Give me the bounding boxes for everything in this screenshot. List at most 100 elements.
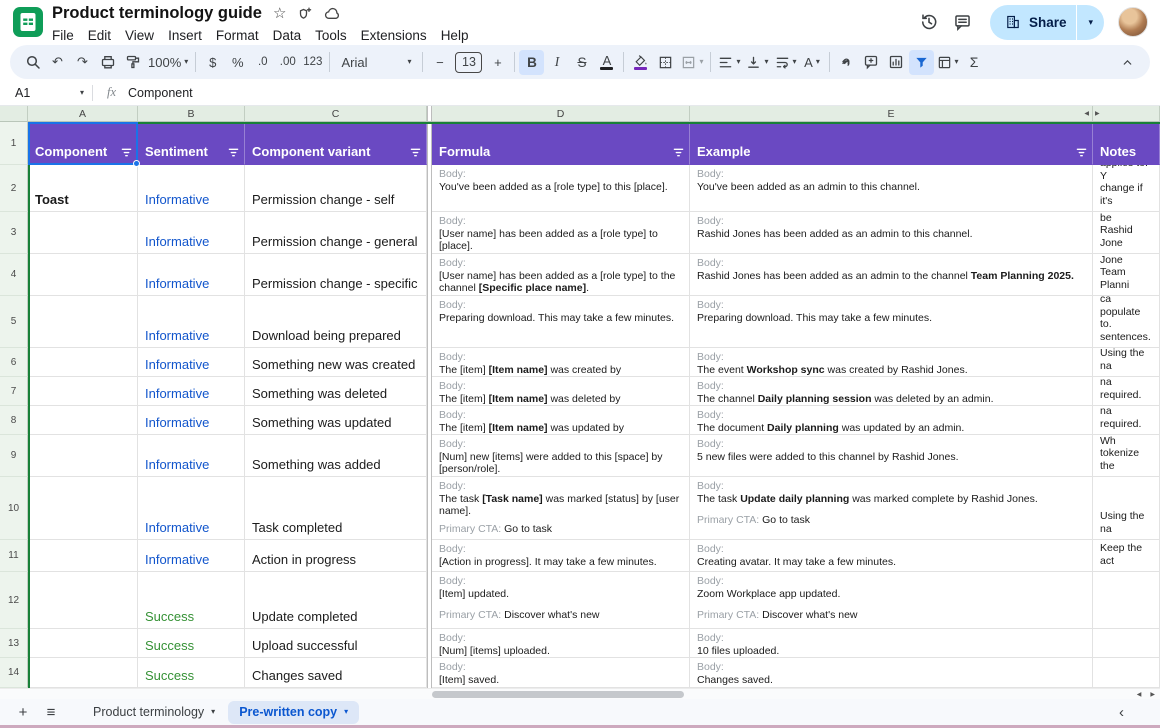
column-header-E[interactable]: E◀ — [690, 106, 1093, 122]
vertical-align-button[interactable]: ▾ — [743, 50, 771, 75]
cell-d14[interactable]: Body:[Item] saved. — [432, 658, 690, 688]
cell-b4[interactable]: Informative — [138, 254, 245, 296]
cell-d6[interactable]: Body:The [item] [Item name] was created … — [432, 348, 690, 377]
cell-b3[interactable]: Informative — [138, 212, 245, 254]
cell-e14[interactable]: Body:Changes saved. — [690, 658, 1093, 688]
cell-e10[interactable]: Body:The task Update daily planning was … — [690, 477, 1093, 540]
cell-d2[interactable]: Body:You've been added as a [role type] … — [432, 165, 690, 212]
row-header-2[interactable]: 2 — [0, 165, 28, 212]
cell-b10[interactable]: Informative — [138, 477, 245, 540]
bold-button[interactable]: B — [519, 50, 544, 75]
fill-color-button[interactable] — [628, 50, 653, 75]
cell-a11[interactable] — [28, 540, 138, 572]
side-panel-toggle-button[interactable]: ‹ — [1119, 704, 1150, 721]
cell-c5[interactable]: Download being prepared — [245, 296, 427, 348]
collapse-toolbar-button[interactable] — [1115, 50, 1140, 75]
undo-button[interactable]: ↶ — [45, 50, 70, 75]
row-header-7[interactable]: 7 — [0, 377, 28, 406]
cell-notes13[interactable] — [1093, 629, 1160, 658]
text-color-button[interactable]: A — [594, 50, 619, 75]
cell-b13[interactable]: Success — [138, 629, 245, 658]
increase-decimal-button[interactable]: .00 — [275, 50, 300, 75]
cell-e7[interactable]: Body:The channel Daily planning session … — [690, 377, 1093, 406]
print-button[interactable] — [95, 50, 120, 75]
cell-d4[interactable]: Body:[User name] has been added as a [ro… — [432, 254, 690, 296]
more-formats-button[interactable]: 123 — [300, 50, 325, 75]
cell-notes8[interactable]: Using the na required. — [1093, 406, 1160, 435]
create-filter-button[interactable] — [909, 50, 934, 75]
row-header-14[interactable]: 14 — [0, 658, 28, 688]
cell-e8[interactable]: Body:The document Daily planning was upd… — [690, 406, 1093, 435]
cell-c11[interactable]: Action in progress — [245, 540, 427, 572]
header-cell-c[interactable]: Component variant — [245, 122, 427, 165]
menu-view[interactable]: View — [118, 27, 161, 44]
cell-d9[interactable]: Body:[Num] new [items] were added to thi… — [432, 435, 690, 477]
cell-c4[interactable]: Permission change - specific — [245, 254, 427, 296]
filter-icon[interactable] — [228, 147, 239, 158]
row-header-12[interactable]: 12 — [0, 572, 28, 629]
cell-c7[interactable]: Something was deleted — [245, 377, 427, 406]
cell-a4[interactable] — [28, 254, 138, 296]
filter-icon[interactable] — [410, 147, 421, 158]
menu-tools[interactable]: Tools — [308, 27, 354, 44]
select-all-corner[interactable] — [0, 106, 28, 122]
cell-c10[interactable]: Task completed — [245, 477, 427, 540]
cell-c14[interactable]: Changes saved — [245, 658, 427, 688]
cell-c13[interactable]: Upload successful — [245, 629, 427, 658]
cell-b14[interactable]: Success — [138, 658, 245, 688]
cell-a7[interactable] — [28, 377, 138, 406]
name-box[interactable]: A1 ▾ — [0, 80, 92, 105]
header-cell-notes[interactable]: Notes — [1093, 122, 1160, 165]
merge-cells-button[interactable]: ▾ — [678, 50, 706, 75]
header-cell-b[interactable]: Sentiment — [138, 122, 245, 165]
cell-d7[interactable]: Body:The [item] [Item name] was deleted … — [432, 377, 690, 406]
scroll-left-icon[interactable]: ◀ — [1137, 691, 1142, 698]
header-cell-d[interactable]: Formula — [432, 122, 690, 165]
row-header-9[interactable]: 9 — [0, 435, 28, 477]
row-header-5[interactable]: 5 — [0, 296, 28, 348]
decrease-decimal-button[interactable]: .0 — [250, 50, 275, 75]
cell-e11[interactable]: Body:Creating avatar. It may take a few … — [690, 540, 1093, 572]
cell-d13[interactable]: Body:[Num] [items] uploaded. — [432, 629, 690, 658]
increase-font-size-button[interactable]: + — [485, 50, 510, 75]
search-button[interactable] — [20, 50, 45, 75]
column-header-notes[interactable]: ▶ — [1093, 106, 1160, 122]
cell-d12[interactable]: Body:[Item] updated.Primary CTA: Discove… — [432, 572, 690, 629]
row-header-8[interactable]: 8 — [0, 406, 28, 435]
cell-d3[interactable]: Body:[User name] has been added as a [ro… — [432, 212, 690, 254]
cell-c8[interactable]: Something was updated — [245, 406, 427, 435]
horizontal-align-button[interactable]: ▾ — [715, 50, 743, 75]
cell-d8[interactable]: Body:The [item] [Item name] was updated … — [432, 406, 690, 435]
redo-button[interactable]: ↷ — [70, 50, 95, 75]
row-header-4[interactable]: 4 — [0, 254, 28, 296]
cell-d10[interactable]: Body:The task [Task name] was marked [st… — [432, 477, 690, 540]
sheet-tab-product-terminology[interactable]: Product terminology▾ — [82, 701, 226, 724]
cell-e6[interactable]: Body:The event Workshop sync was created… — [690, 348, 1093, 377]
column-header-B[interactable]: B — [138, 106, 245, 122]
format-currency-button[interactable]: $ — [200, 50, 225, 75]
cell-c2[interactable]: Permission change - self — [245, 165, 427, 212]
cell-e12[interactable]: Body:Zoom Workplace app updated.Primary … — [690, 572, 1093, 629]
cell-a6[interactable] — [28, 348, 138, 377]
header-cell-e[interactable]: Example — [690, 122, 1093, 165]
decrease-font-size-button[interactable]: − — [427, 50, 452, 75]
cell-b11[interactable]: Informative — [138, 540, 245, 572]
cell-notes4[interactable]: Role can be Rashid Jone Team Planni — [1093, 254, 1160, 296]
share-button[interactable]: Share ▾ — [990, 5, 1104, 40]
cell-e4[interactable]: Body:Rashid Jones has been added as an a… — [690, 254, 1093, 296]
paint-format-button[interactable] — [120, 50, 145, 75]
cell-notes12[interactable] — [1093, 572, 1160, 629]
sheets-logo-icon[interactable] — [12, 6, 44, 38]
horizontal-scrollbar-track[interactable]: ◀ ▶ — [0, 688, 1160, 699]
row-header-11[interactable]: 11 — [0, 540, 28, 572]
cell-a13[interactable] — [28, 629, 138, 658]
cell-notes7[interactable]: Using the na required. — [1093, 377, 1160, 406]
cell-notes2[interactable]: Note what th applies to. Y change if it'… — [1093, 165, 1160, 212]
avatar[interactable] — [1118, 7, 1148, 37]
cell-d5[interactable]: Body:Preparing download. This may take a… — [432, 296, 690, 348]
formula-input[interactable]: Component — [128, 86, 193, 100]
all-sheets-button[interactable]: ≡ — [38, 700, 64, 724]
cell-notes3[interactable]: Role can be Rashid Jone — [1093, 212, 1160, 254]
insert-link-button[interactable] — [834, 50, 859, 75]
row-header-3[interactable]: 3 — [0, 212, 28, 254]
